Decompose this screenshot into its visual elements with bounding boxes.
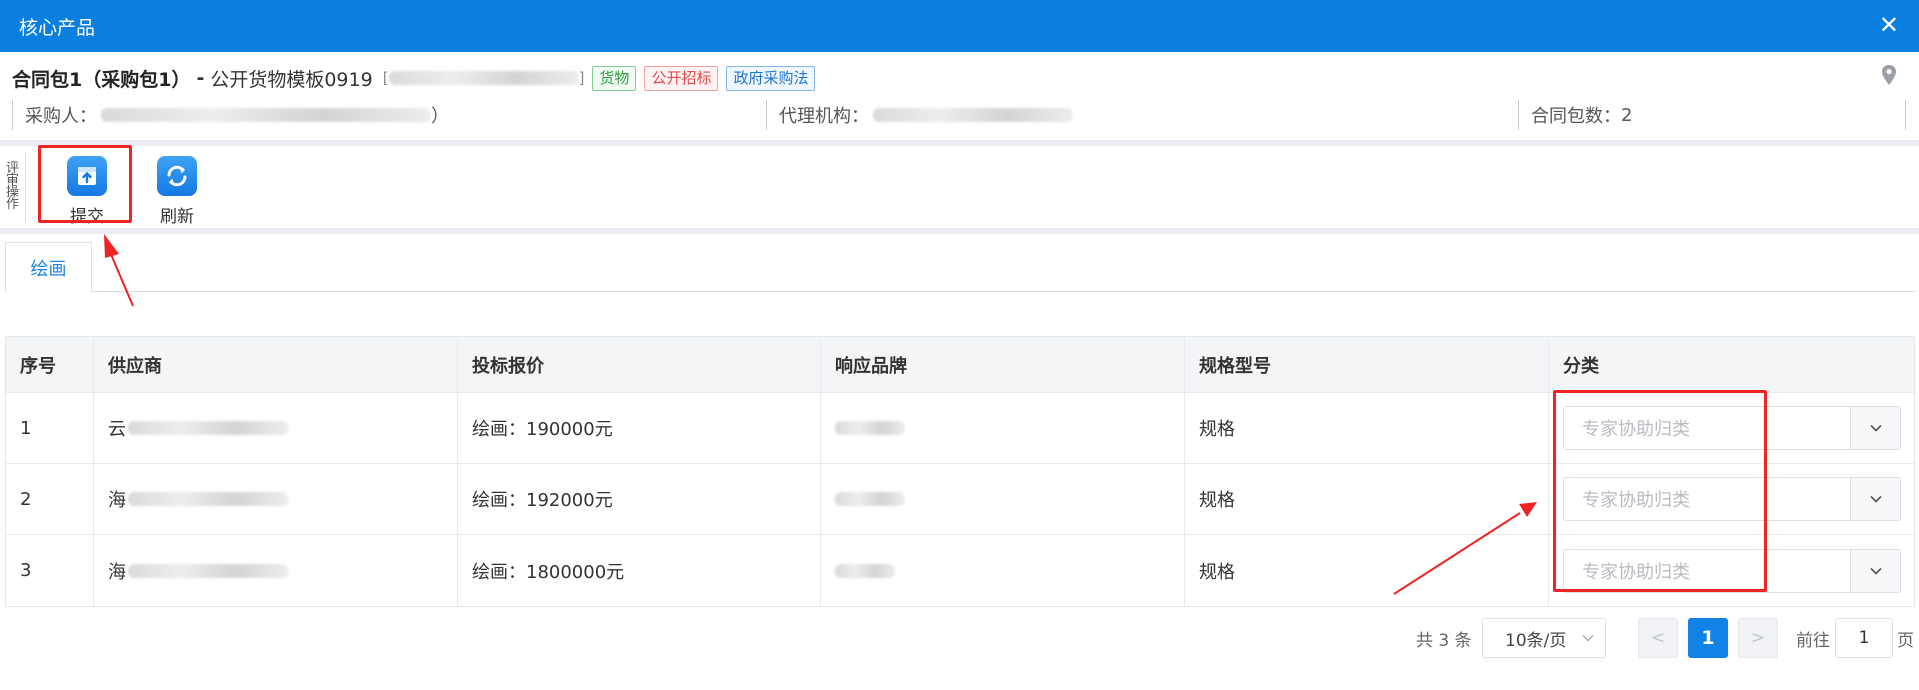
goto-suffix: 页	[1897, 631, 1914, 651]
pagination: 共 3 条 10条/页 < 1 > 前往 1 页	[0, 618, 1919, 658]
submit-label: 提交	[70, 207, 104, 227]
category-placeholder: 专家协助归类	[1582, 561, 1690, 583]
row-index: 1	[6, 393, 94, 463]
refresh-icon	[157, 156, 197, 196]
table-row: 1 云 绘画：190000元 规格 专家协助归类	[6, 393, 1914, 464]
prev-page-button[interactable]: <	[1638, 618, 1678, 658]
package-count: 合同包数： 2	[1518, 100, 1632, 130]
table-row: 3 海 绘画：1800000元 规格 专家协助归类	[6, 535, 1914, 606]
meta-end-divider	[1905, 100, 1907, 130]
page-size-select[interactable]: 10条/页	[1482, 618, 1606, 658]
price-cell: 绘画：1800000元	[458, 535, 821, 606]
purchaser: 采购人： ）	[12, 100, 449, 130]
supplier-redacted	[128, 492, 288, 506]
brand-redacted	[835, 421, 905, 435]
purchaser-redacted	[101, 108, 431, 122]
chevron-down-icon	[1582, 635, 1594, 642]
column-header: 规格型号	[1185, 337, 1549, 392]
close-icon[interactable]: ✕	[1879, 12, 1899, 38]
tab-painting[interactable]: 绘画	[5, 242, 92, 293]
location-pin-icon[interactable]	[1881, 64, 1897, 86]
category-cell: 专家协助归类	[1549, 393, 1914, 463]
supplier-cell: 海	[94, 535, 458, 606]
tag-goods: 货物	[592, 65, 637, 91]
package-meta: 采购人： ） 代理机构： 合同包数： 2	[0, 100, 1919, 130]
package-name: 公开货物模板0919	[210, 68, 373, 91]
category-select[interactable]: 专家协助归类	[1563, 548, 1901, 593]
tag-gov-procurement-law: 政府采购法	[726, 65, 816, 91]
chevron-down-icon[interactable]	[1850, 407, 1900, 449]
column-header: 序号	[6, 337, 94, 392]
category-cell: 专家协助归类	[1549, 464, 1914, 534]
price-cell: 绘画：190000元	[458, 393, 821, 463]
next-page-button[interactable]: >	[1738, 618, 1778, 658]
package-info: 合同包1（采购包1） - 公开货物模板0919 [ ] 货物 公开招标 政府采购…	[0, 52, 1919, 140]
package-count-value: 2	[1621, 104, 1633, 126]
toolbar-group-label: 评 审 操 作	[0, 152, 26, 222]
pagination-total: 共 3 条	[1416, 631, 1472, 651]
agency-redacted	[873, 108, 1073, 122]
column-header: 供应商	[94, 337, 458, 392]
spec-cell: 规格	[1185, 535, 1549, 606]
supplier-name: 海	[108, 561, 126, 583]
chevron-down-icon[interactable]	[1850, 549, 1900, 592]
package-header: 合同包1（采购包1） - 公开货物模板0919 [ ] 货物 公开招标 政府采购…	[12, 63, 816, 93]
goto-label: 前往	[1796, 631, 1830, 651]
chevron-down-icon[interactable]	[1850, 478, 1900, 520]
divider	[0, 228, 1919, 234]
submit-icon	[67, 156, 107, 196]
category-select[interactable]: 专家协助归类	[1563, 477, 1901, 521]
brand-cell	[821, 464, 1185, 534]
table-header: 序号 供应商 投标报价 响应品牌 规格型号 分类	[6, 337, 1914, 393]
refresh-label: 刷新	[160, 207, 194, 227]
package-code-redacted	[388, 71, 579, 85]
submit-button[interactable]: 提交	[52, 156, 122, 227]
tab-bar: 绘画	[5, 242, 1915, 293]
supplier-name: 海	[108, 490, 126, 511]
package-count-label: 合同包数：	[1531, 106, 1621, 127]
supplier-cell: 海	[94, 464, 458, 534]
column-header: 投标报价	[458, 337, 821, 392]
category-cell: 专家协助归类	[1549, 535, 1914, 606]
table-row: 2 海 绘画：192000元 规格 专家协助归类	[6, 464, 1914, 535]
tag-open-tender: 公开招标	[644, 65, 719, 91]
toolbar-group-char: 作	[5, 197, 19, 212]
supplier-table: 序号 供应商 投标报价 响应品牌 规格型号 分类 1 云 绘画：190000元 …	[5, 336, 1915, 607]
column-header: 响应品牌	[821, 337, 1185, 392]
page-size-value: 10条/页	[1505, 630, 1567, 651]
dialog-titlebar: 核心产品 ✕	[0, 0, 1919, 52]
brand-redacted	[835, 563, 895, 578]
agency-label: 代理机构：	[779, 106, 869, 127]
purchaser-label: 采购人：	[25, 106, 97, 127]
brand-cell	[821, 535, 1185, 606]
spec-cell: 规格	[1185, 464, 1549, 534]
row-index: 2	[6, 464, 94, 534]
price-cell: 绘画：192000元	[458, 464, 821, 534]
supplier-redacted	[128, 421, 288, 435]
page-number-button[interactable]: 1	[1688, 618, 1728, 658]
package-separator: -	[196, 67, 205, 89]
purchaser-close: ）	[431, 106, 449, 127]
supplier-cell: 云	[94, 393, 458, 463]
package-code-close: ]	[578, 69, 585, 87]
agency: 代理机构：	[766, 100, 1073, 130]
package-title: 合同包1（采购包1）	[12, 68, 191, 91]
column-header: 分类	[1563, 355, 1599, 377]
row-index: 3	[6, 535, 94, 606]
refresh-button[interactable]: 刷新	[142, 156, 212, 227]
category-placeholder: 专家协助归类	[1582, 419, 1690, 440]
brand-cell	[821, 393, 1185, 463]
category-select[interactable]: 专家协助归类	[1563, 406, 1901, 450]
review-toolbar: 评 审 操 作 提交 刷新	[0, 146, 1919, 228]
supplier-redacted	[128, 563, 288, 578]
category-placeholder: 专家协助归类	[1582, 490, 1690, 511]
goto-page-input[interactable]: 1	[1835, 618, 1893, 658]
brand-redacted	[835, 492, 905, 506]
supplier-name: 云	[108, 419, 126, 440]
spec-cell: 规格	[1185, 393, 1549, 463]
dialog-title: 核心产品	[19, 16, 96, 39]
package-code-open: [	[382, 69, 389, 87]
